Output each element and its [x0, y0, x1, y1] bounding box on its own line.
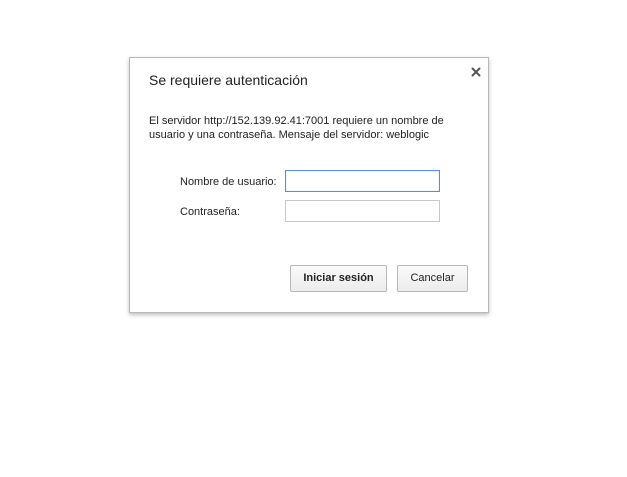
username-input[interactable] [285, 170, 440, 192]
cancel-button[interactable]: Cancelar [397, 265, 468, 292]
password-input[interactable] [285, 200, 440, 222]
server-message: El servidor http://152.139.92.41:7001 re… [149, 115, 444, 141]
auth-dialog: Se requiere autenticación El servidor ht… [129, 57, 489, 313]
password-label: Contraseña: [180, 206, 240, 218]
dialog-title: Se requiere autenticación [149, 72, 308, 88]
close-icon[interactable] [469, 65, 483, 79]
login-button[interactable]: Iniciar sesión [290, 265, 387, 292]
username-label: Nombre de usuario: [180, 176, 277, 188]
